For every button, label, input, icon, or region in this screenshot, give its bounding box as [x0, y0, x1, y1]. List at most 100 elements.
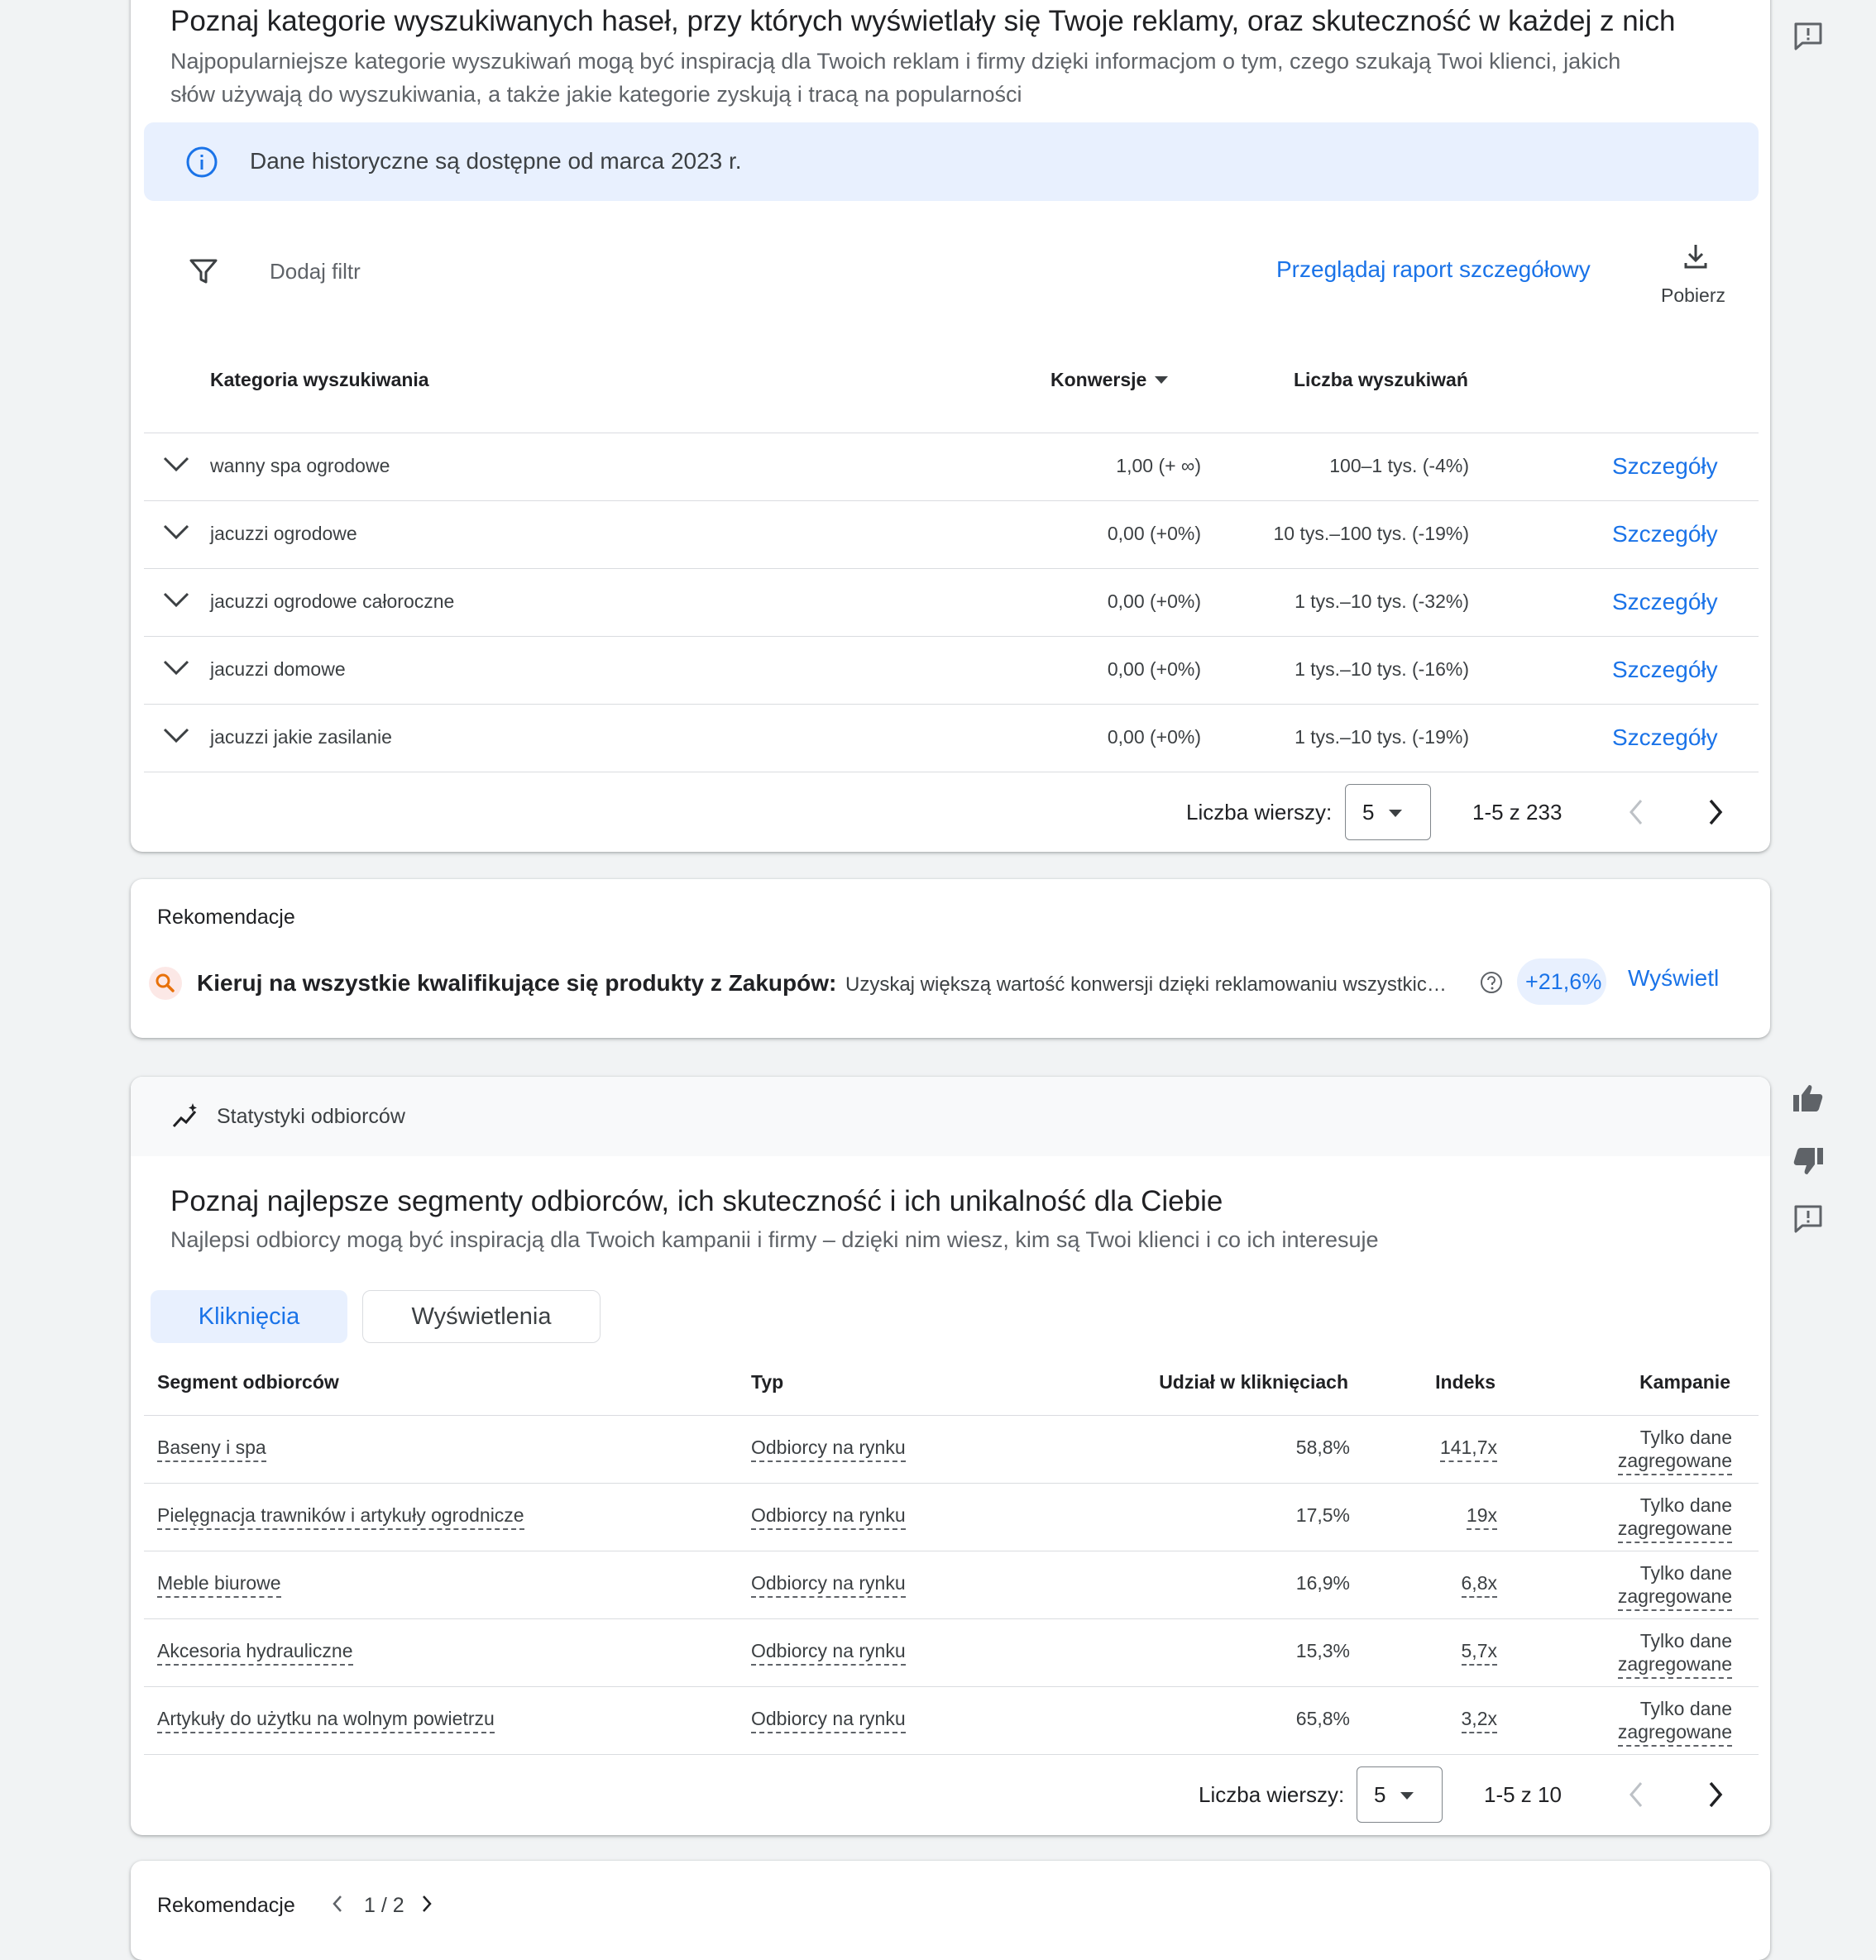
segment-type[interactable]: Odbiorcy na rynku — [751, 1504, 906, 1530]
row-details-link[interactable]: Szczegóły — [1612, 724, 1718, 751]
rows-per-page-select[interactable]: 5 — [1345, 784, 1431, 840]
segment-share: 16,9% — [1295, 1572, 1350, 1594]
segment-type[interactable]: Odbiorcy na rynku — [751, 1437, 906, 1462]
rows-per-page-label: Liczba wierszy: — [1199, 1782, 1345, 1807]
row-details-link[interactable]: Szczegóły — [1612, 521, 1718, 547]
segment-name[interactable]: Baseny i spa — [157, 1437, 266, 1462]
segment-index[interactable]: 6,8x — [1461, 1572, 1497, 1598]
rows-per-page-select[interactable]: 5 — [1357, 1766, 1443, 1823]
info-icon — [185, 146, 218, 179]
expand-chevron-icon[interactable] — [162, 455, 190, 475]
download-label[interactable]: Pobierz — [1661, 284, 1725, 307]
tab-impressions[interactable]: Wyświetlenia — [362, 1290, 601, 1343]
segment-campaigns[interactable]: Tylko dane zagregowane — [1617, 1629, 1732, 1679]
segment-index[interactable]: 141,7x — [1439, 1437, 1497, 1462]
thumbs-down-icon[interactable] — [1792, 1145, 1825, 1178]
row-details-link[interactable]: Szczegóły — [1612, 589, 1718, 615]
row-details-link[interactable]: Szczegóły — [1612, 657, 1718, 683]
filter-icon[interactable] — [189, 256, 218, 286]
segment-share: 65,8% — [1295, 1708, 1350, 1729]
recommendation-title: Kieruj na wszystkie kwalifikujące się pr… — [197, 970, 837, 996]
segment-share: 58,8% — [1295, 1437, 1350, 1458]
uplift-chip: +21,6% — [1517, 958, 1606, 1005]
row-conversions: 0,00 (+0%) — [1107, 523, 1201, 544]
row-category: jacuzzi domowe — [210, 658, 346, 680]
pager-label: 1 / 2 — [364, 1894, 404, 1917]
campaigns-line-1: Tylko dane — [1639, 1494, 1732, 1516]
next-page-icon[interactable] — [1706, 797, 1725, 827]
info-banner: Dane historyczne są dostępne od marca 20… — [144, 122, 1759, 201]
campaigns-line-1: Tylko dane — [1639, 1630, 1732, 1652]
campaigns-line-2: zagregowane — [1617, 1449, 1732, 1475]
row-category: wanny spa ogrodowe — [210, 455, 390, 476]
segment-campaigns[interactable]: Tylko dane zagregowane — [1617, 1697, 1732, 1747]
search-card-subtitle-1: Najpopularniejsze kategorie wyszukiwań m… — [170, 49, 1621, 74]
row-searches: 100–1 tys. (-4%) — [1329, 455, 1469, 476]
expand-chevron-icon[interactable] — [162, 590, 190, 610]
segment-type[interactable]: Odbiorcy na rynku — [751, 1708, 906, 1733]
row-searches: 10 tys.–100 tys. (-19%) — [1273, 523, 1470, 544]
segment-name[interactable]: Akcesoria hydrauliczne — [157, 1640, 353, 1666]
column-header-campaigns[interactable]: Kampanie — [1639, 1371, 1730, 1394]
rows-per-page-value: 5 — [1374, 1782, 1386, 1807]
segment-campaigns[interactable]: Tylko dane zagregowane — [1617, 1561, 1732, 1611]
segment-share: 17,5% — [1295, 1504, 1350, 1526]
campaigns-line-2: zagregowane — [1617, 1652, 1732, 1679]
insights-spark-icon — [170, 1102, 200, 1131]
campaigns-line-1: Tylko dane — [1639, 1698, 1732, 1719]
segment-type[interactable]: Odbiorcy na rynku — [751, 1572, 906, 1598]
prev-page-icon[interactable] — [1626, 1780, 1646, 1809]
row-conversions: 0,00 (+0%) — [1107, 658, 1201, 680]
column-header-conversions[interactable]: Konwersje — [1050, 369, 1146, 391]
column-header-category[interactable]: Kategoria wyszukiwania — [210, 369, 429, 391]
table-row: jacuzzi ogrodowe całoroczne 0,00 (+0%) 1… — [144, 569, 1759, 637]
bottom-recommendation-heading: Rekomendacje — [157, 1894, 295, 1917]
detailed-report-link[interactable]: Przeglądaj raport szczegółowy — [1276, 256, 1591, 283]
pagination-range: 1-5 z 10 — [1484, 1782, 1562, 1807]
segment-index[interactable]: 3,2x — [1461, 1708, 1497, 1733]
view-recommendation-link[interactable]: Wyświetl — [1628, 965, 1719, 992]
row-details-link[interactable]: Szczegóły — [1612, 453, 1718, 480]
column-header-segment[interactable]: Segment odbiorców — [157, 1371, 339, 1394]
help-icon[interactable] — [1479, 970, 1504, 995]
download-icon[interactable] — [1681, 241, 1711, 271]
search-categories-card: Poznaj kategorie wyszukiwanych haseł, pr… — [131, 0, 1770, 852]
segment-index[interactable]: 19x — [1466, 1504, 1497, 1530]
table-row: wanny spa ogrodowe 1,00 (+ ∞) 100–1 tys.… — [144, 433, 1759, 501]
pager-prev-icon[interactable] — [331, 1894, 344, 1914]
segment-campaigns[interactable]: Tylko dane zagregowane — [1617, 1494, 1732, 1543]
segment-name[interactable]: Pielęgnacja trawników i artykuły ogrodni… — [157, 1504, 524, 1530]
bottom-recommendation-card: Rekomendacje 1 / 2 — [131, 1861, 1770, 1960]
segment-name[interactable]: Meble biurowe — [157, 1572, 281, 1598]
dropdown-arrow-icon — [1389, 810, 1402, 817]
add-filter-input[interactable]: Dodaj filtr — [270, 259, 361, 284]
prev-page-icon[interactable] — [1626, 797, 1646, 827]
pager-next-icon[interactable] — [420, 1894, 433, 1914]
feedback-icon[interactable] — [1792, 1202, 1825, 1236]
column-header-index[interactable]: Indeks — [1435, 1371, 1496, 1394]
recommendation-card: Rekomendacje Kieruj na wszystkie kwalifi… — [131, 879, 1770, 1038]
segment-share: 15,3% — [1295, 1640, 1350, 1661]
audience-card-header: Statystyki odbiorców — [131, 1077, 1770, 1156]
segment-name[interactable]: Artykuły do użytku na wolnym powietrzu — [157, 1708, 495, 1733]
feedback-icon[interactable] — [1792, 20, 1825, 53]
expand-chevron-icon[interactable] — [162, 523, 190, 543]
tab-clicks[interactable]: Kliknięcia — [151, 1290, 347, 1343]
expand-chevron-icon[interactable] — [162, 726, 190, 746]
audience-card-subtitle: Najlepsi odbiorcy mogą być inspiracją dl… — [170, 1227, 1379, 1252]
column-header-searches[interactable]: Liczba wyszukiwań — [1294, 369, 1468, 391]
expand-chevron-icon[interactable] — [162, 658, 190, 678]
next-page-icon[interactable] — [1706, 1780, 1725, 1809]
table-row: jacuzzi domowe 0,00 (+0%) 1 tys.–10 tys.… — [144, 637, 1759, 705]
campaigns-line-2: zagregowane — [1617, 1517, 1732, 1543]
column-header-share[interactable]: Udział w kliknięciach — [1159, 1371, 1348, 1394]
column-header-type[interactable]: Typ — [751, 1371, 783, 1394]
segment-index[interactable]: 5,7x — [1461, 1640, 1497, 1666]
row-conversions: 1,00 (+ ∞) — [1116, 455, 1201, 476]
table-row: jacuzzi ogrodowe 0,00 (+0%) 10 tys.–100 … — [144, 501, 1759, 569]
segment-campaigns[interactable]: Tylko dane zagregowane — [1617, 1426, 1732, 1475]
table-row: jacuzzi jakie zasilanie 0,00 (+0%) 1 tys… — [144, 705, 1759, 772]
sort-desc-icon[interactable] — [1155, 376, 1168, 384]
segment-type[interactable]: Odbiorcy na rynku — [751, 1640, 906, 1666]
thumbs-up-icon[interactable] — [1792, 1082, 1825, 1115]
